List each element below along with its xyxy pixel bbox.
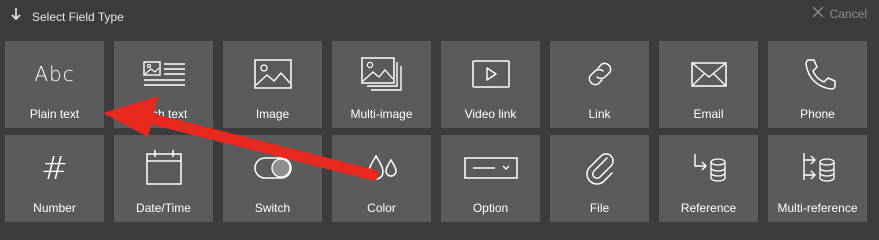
paperclip-icon [550, 147, 649, 189]
image-icon [223, 53, 322, 95]
link-icon [550, 53, 649, 95]
field-type-image[interactable]: Image [223, 41, 322, 128]
multi-image-icon [332, 53, 431, 95]
tile-label: Image [255, 107, 290, 121]
calendar-icon [114, 147, 213, 189]
tile-label: ch text [152, 107, 188, 121]
tile-label: Email [693, 107, 724, 121]
video-link-icon [441, 53, 540, 95]
tile-label: Link [588, 107, 611, 121]
tile-label: Color [367, 201, 396, 215]
tile-label: Switch [254, 201, 291, 215]
toggle-icon [223, 147, 322, 189]
tile-label: Reference [680, 201, 737, 215]
tile-label: Multi-image [350, 107, 413, 121]
field-type-date-time[interactable]: Date/Time [114, 135, 213, 222]
field-type-color[interactable]: Color [332, 135, 431, 222]
field-type-video-link[interactable]: Video link [441, 41, 540, 128]
tile-label: Phone [800, 107, 835, 121]
field-type-multi-image[interactable]: Multi-image [332, 41, 431, 128]
field-type-email[interactable]: Email [659, 41, 758, 128]
field-type-grid: Abc Plain text ch text Image Multi-image… [0, 0, 879, 230]
tile-label: Option [472, 201, 509, 215]
field-type-multi-reference[interactable]: Multi-reference [768, 135, 867, 222]
field-type-rich-text[interactable]: ch text [114, 41, 213, 128]
select-dropdown-icon [441, 147, 540, 189]
multi-reference-icon [768, 147, 867, 189]
abc-icon: Abc [34, 62, 75, 86]
tile-label: Video link [464, 107, 517, 121]
field-type-reference[interactable]: Reference [659, 135, 758, 222]
tile-label: Number [33, 201, 76, 215]
field-type-switch[interactable]: Switch [223, 135, 322, 222]
tile-label: Date/Time [136, 201, 191, 215]
hash-icon: # [41, 149, 68, 187]
field-type-option[interactable]: Option [441, 135, 540, 222]
select-field-type-dialog: Select Field Type Cancel Abc Plain text [0, 0, 879, 230]
email-icon [659, 53, 758, 95]
tile-label: File [589, 201, 610, 215]
field-type-number[interactable]: # Number [5, 135, 104, 222]
rich-text-icon [114, 53, 213, 95]
field-type-file[interactable]: File [550, 135, 649, 222]
field-type-phone[interactable]: Phone [768, 41, 867, 128]
droplets-icon [332, 147, 431, 189]
phone-icon [768, 53, 867, 95]
tile-label: Multi-reference [777, 201, 858, 215]
field-type-plain-text[interactable]: Abc Plain text [5, 41, 104, 128]
reference-icon [659, 147, 758, 189]
tile-label: Plain text [29, 107, 80, 121]
field-type-link[interactable]: Link [550, 41, 649, 128]
